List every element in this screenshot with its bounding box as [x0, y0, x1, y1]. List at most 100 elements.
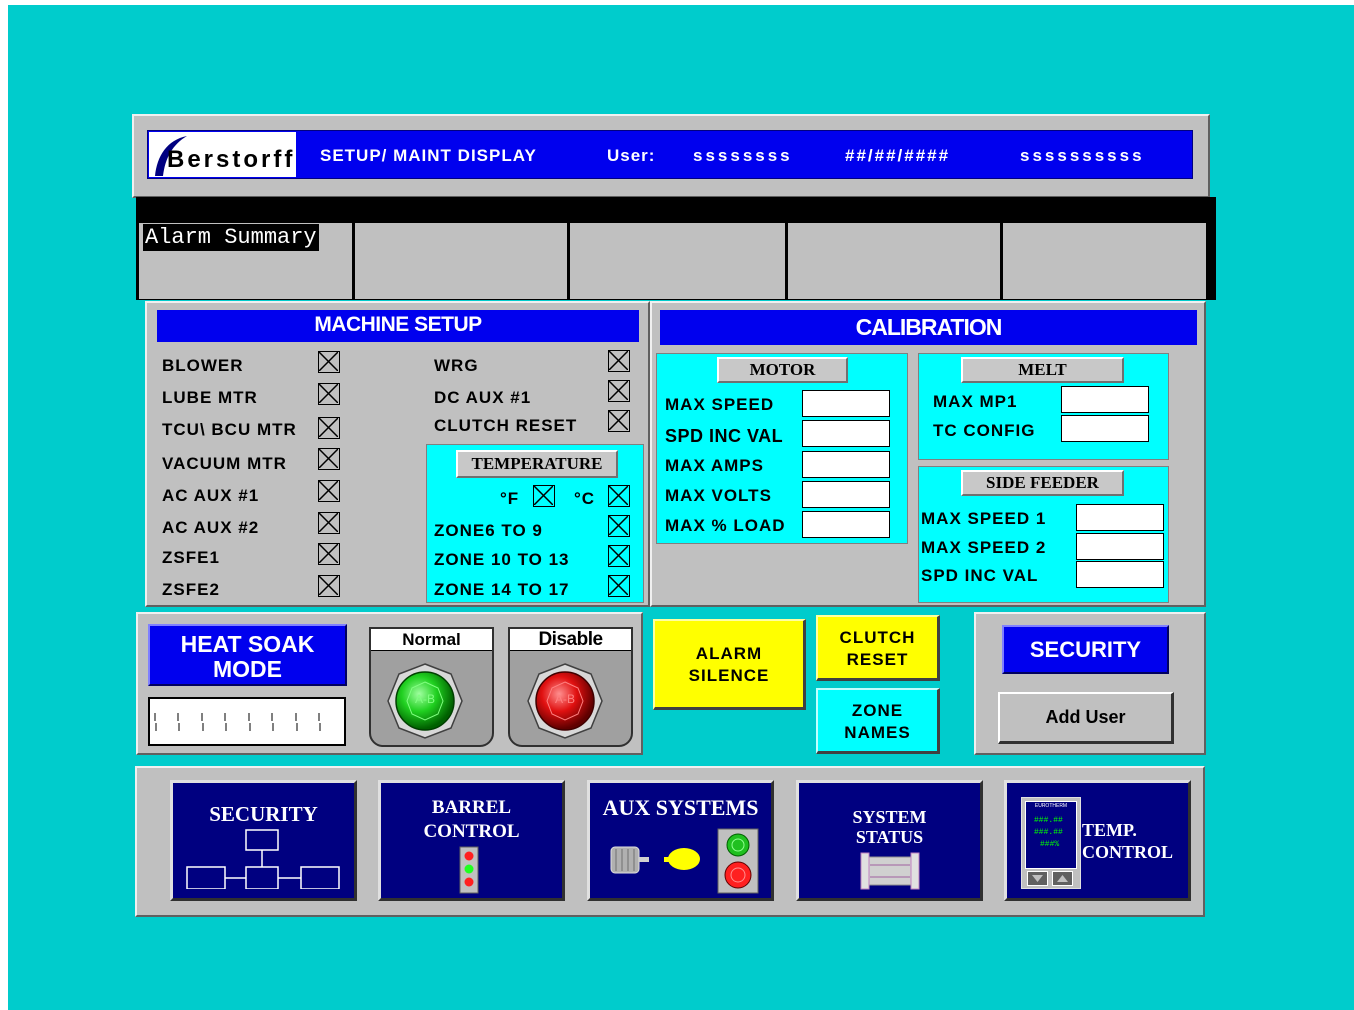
vacuum-mtr-checkbox[interactable]	[318, 448, 340, 470]
heat-soak-title-line1: HEAT SOAK	[180, 631, 315, 657]
lube-mtr-checkbox[interactable]	[318, 383, 340, 405]
temperature-title: TEMPERATURE	[456, 450, 618, 478]
blower-label: BLOWER	[162, 356, 244, 375]
nav-barrel-control-button[interactable]: BARREL CONTROL	[378, 780, 565, 901]
zone-10-13-checkbox[interactable]	[608, 545, 630, 567]
tcu-bcu-mtr-checkbox[interactable]	[318, 417, 340, 439]
clutch-reset-checkbox[interactable]	[608, 410, 630, 432]
ac-aux-2-checkbox[interactable]	[318, 512, 340, 534]
system-status-line1: SYSTEM	[852, 807, 927, 827]
wrg-checkbox[interactable]	[608, 350, 630, 372]
eurotherm-readout-1: ###.##	[1034, 816, 1063, 825]
nav-system-status-button[interactable]: SYSTEM STATUS	[796, 780, 983, 901]
machine-setup-title: MACHINE SETUP	[157, 310, 639, 342]
berstorff-logo: Berstorff	[149, 132, 296, 177]
nav-temp-control-button[interactable]: EUROTHERM ###.## ###.## ###% TEMP. CONTR…	[1004, 780, 1191, 901]
celsius-checkbox[interactable]	[608, 485, 630, 507]
alarm-cell-5[interactable]	[1003, 223, 1206, 299]
alarm-cell-4[interactable]	[788, 223, 1000, 299]
date-display: ##/##/####	[845, 146, 951, 165]
heat-soak-value-field	[148, 697, 346, 746]
spd-inc-val-label: SPD INC VAL	[665, 426, 784, 446]
max-load-label: MAX % LOAD	[665, 516, 786, 535]
heat-soak-title-line2: MODE	[213, 656, 282, 682]
normal-pushbutton[interactable]: A-B	[386, 662, 464, 740]
alarm-summary-label: Alarm Summary	[143, 224, 319, 251]
status-display: ssssssssss	[1020, 146, 1145, 165]
security-title: SECURITY	[1002, 625, 1169, 674]
stack-light-icon	[459, 846, 479, 894]
page-title: SETUP/ MAINT DISPLAY	[320, 146, 537, 165]
logo-text: Berstorff	[167, 146, 296, 173]
ac-aux-1-checkbox[interactable]	[318, 480, 340, 502]
max-speed-2-input[interactable]	[1076, 533, 1164, 560]
alarm-cell-2[interactable]	[355, 223, 567, 299]
dc-aux-1-label: DC AUX #1	[434, 388, 532, 407]
max-volts-input[interactable]	[802, 481, 890, 508]
eurotherm-screen: EUROTHERM ###.## ###.## ###%	[1025, 801, 1077, 869]
side-feeder-title: SIDE FEEDER	[961, 470, 1124, 496]
spd-inc-val-input[interactable]	[802, 420, 890, 447]
eurotherm-brand: EUROTHERM	[1034, 803, 1068, 809]
max-amps-input[interactable]	[802, 451, 890, 478]
blower-checkbox[interactable]	[318, 351, 340, 373]
disable-pushbutton[interactable]: A-B	[526, 662, 604, 740]
zone-names-button[interactable]: ZONE NAMES	[816, 688, 940, 754]
motor-title: MOTOR	[717, 357, 848, 383]
nav-aux-systems-button[interactable]: AUX SYSTEMS	[587, 780, 774, 901]
alarm-silence-line2: SILENCE	[688, 666, 770, 685]
zsfe2-checkbox[interactable]	[318, 575, 340, 597]
normal-label: Normal	[371, 629, 492, 651]
dc-aux-1-checkbox[interactable]	[608, 380, 630, 402]
barrel-section-icon	[860, 852, 920, 890]
zone-6-9-checkbox[interactable]	[608, 515, 630, 537]
eurotherm-up-icon	[1052, 871, 1073, 886]
zsfe1-label: ZSFE1	[162, 548, 220, 567]
spd-inc-val-2-label: SPD INC VAL	[921, 566, 1039, 585]
temp-control-line1: TEMP.	[1082, 820, 1137, 840]
celsius-label: °C	[574, 489, 596, 508]
zone-names-line2: NAMES	[844, 723, 911, 742]
max-amps-label: MAX AMPS	[665, 456, 764, 475]
add-user-button[interactable]: Add User	[998, 692, 1174, 744]
zsfe1-checkbox[interactable]	[318, 543, 340, 565]
ac-aux-2-label: AC AUX #2	[162, 518, 260, 537]
alarm-cell-3[interactable]	[570, 223, 785, 299]
temp-control-line2: CONTROL	[1082, 842, 1174, 862]
max-speed-input[interactable]	[802, 390, 890, 417]
vacuum-mtr-label: VACUUM MTR	[162, 454, 287, 473]
user-label: User:	[607, 146, 656, 165]
clutch-reset-button[interactable]: CLUTCH RESET	[816, 615, 940, 681]
max-volts-label: MAX VOLTS	[665, 486, 772, 505]
calibration-title: CALIBRATION	[660, 310, 1197, 345]
tcu-bcu-mtr-label: TCU\ BCU MTR	[162, 420, 297, 439]
fahrenheit-label: °F	[500, 489, 520, 508]
tc-config-input[interactable]	[1061, 415, 1149, 442]
eurotherm-down-icon	[1027, 871, 1048, 886]
fahrenheit-checkbox[interactable]	[533, 485, 555, 507]
clutch-reset-label: CLUTCH RESET	[434, 416, 578, 435]
nav-security-button[interactable]: SECURITY	[170, 780, 357, 901]
zone-14-17-checkbox[interactable]	[608, 575, 630, 597]
clutch-reset-line2: RESET	[846, 650, 909, 669]
heat-soak-title: HEAT SOAK MODE	[148, 624, 347, 686]
zone-10-13-label: ZONE 10 TO 13	[434, 550, 570, 569]
spd-inc-val-2-input[interactable]	[1076, 561, 1164, 588]
aux-systems-label: AUX SYSTEMS	[602, 795, 759, 820]
system-status-line2: STATUS	[855, 827, 924, 847]
nav-security-label: SECURITY	[209, 802, 318, 826]
disable-ab-text: A-B	[554, 692, 575, 706]
max-mp1-input[interactable]	[1061, 386, 1149, 413]
eurotherm-readout-2: ###.##	[1034, 828, 1063, 837]
motor-pump-icon	[610, 828, 759, 894]
zone-14-17-label: ZONE 14 TO 17	[434, 580, 570, 599]
alarm-silence-button[interactable]: ALARM SILENCE	[653, 619, 806, 710]
eurotherm-controller-icon: EUROTHERM ###.## ###.## ###%	[1021, 797, 1081, 889]
clutch-reset-line1: CLUTCH	[839, 628, 916, 647]
zsfe2-label: ZSFE2	[162, 580, 220, 599]
zone-names-line1: ZONE	[851, 701, 904, 720]
user-value: ssssssss	[693, 146, 793, 165]
max-speed-1-label: MAX SPEED 1	[921, 509, 1047, 528]
max-load-input[interactable]	[802, 511, 890, 538]
max-speed-1-input[interactable]	[1076, 504, 1164, 531]
